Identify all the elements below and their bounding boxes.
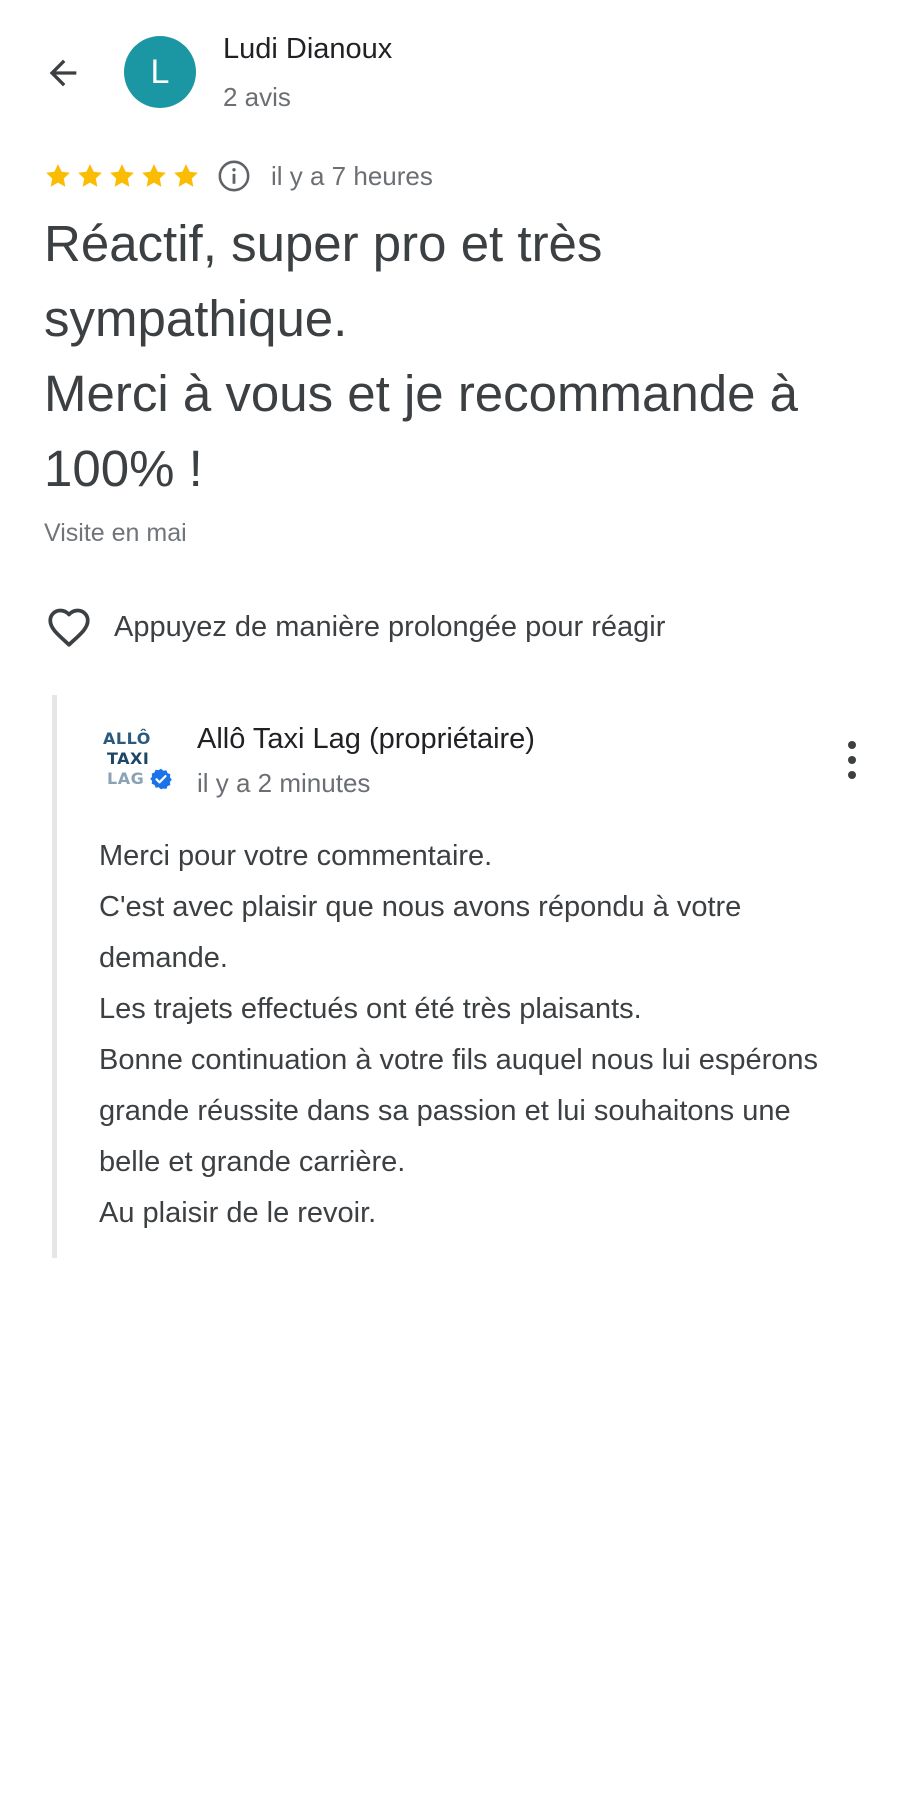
react-button[interactable]: Appuyez de manière prolongée pour réagir [44,600,665,654]
rating-row: il y a 7 heures [43,156,433,196]
verified-badge-icon [150,768,172,790]
review-time: il y a 7 heures [271,160,433,191]
star-icon [142,164,166,187]
react-label: Appuyez de manière prolongée pour réagir [114,610,666,643]
owner-name[interactable]: Allô Taxi Lag (propriétaire) [197,723,535,756]
info-circle-icon[interactable] [217,159,251,193]
back-button[interactable] [36,46,90,100]
owner-reply: ALLÔ TAXI LAG Allô Taxi Lag (propriétair… [52,695,897,1258]
logo-text-line-1: ALLÔ [103,729,151,748]
star-icon [46,164,70,187]
heart-outline-icon [48,608,90,647]
review-text: Réactif, super pro et très sympathique. … [44,215,798,497]
review-detail-screen: L Ludi Dianoux 2 avis il y a 7 heures Ré… [0,0,918,1799]
star-icon [174,164,198,187]
star-icon [78,164,102,187]
logo-text-line-3: LAG [107,769,145,788]
owner-reply-text: Merci pour votre commentaire. C'est avec… [99,840,819,1229]
visit-date: Visite en mai [44,519,187,547]
user-avatar[interactable]: L [124,36,196,108]
more-vertical-icon[interactable] [837,737,867,783]
star-rating [43,161,201,191]
owner-logo[interactable]: ALLÔ TAXI LAG [103,729,175,793]
arrow-left-icon [49,59,77,87]
avatar-letter: L [150,52,170,91]
star-icon [110,164,134,187]
reviewer-review-count: 2 avis [223,82,291,112]
reviewer-name[interactable]: Ludi Dianoux [223,33,392,66]
logo-text-line-2: TAXI [107,749,150,768]
owner-reply-time: il y a 2 minutes [197,768,371,798]
